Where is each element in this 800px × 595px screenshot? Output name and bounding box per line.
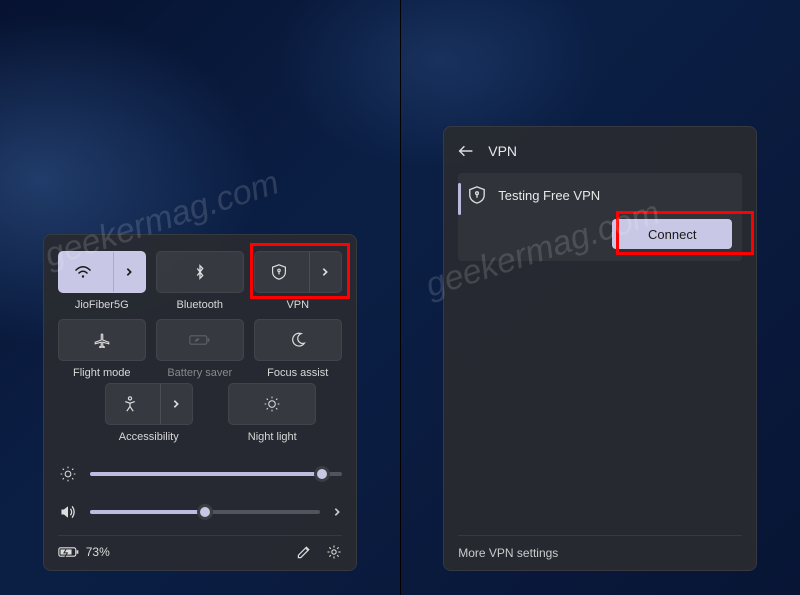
- volume-expand[interactable]: [332, 507, 342, 517]
- battery-saver-tile[interactable]: [156, 319, 244, 361]
- wifi-label: JioFiber5G: [75, 299, 129, 311]
- battery-status[interactable]: 73%: [58, 545, 110, 559]
- back-icon[interactable]: [458, 144, 474, 158]
- night-light-tile[interactable]: [228, 383, 316, 425]
- moon-icon: [290, 332, 306, 348]
- quick-settings-panel: JioFiber5G Bluetooth: [43, 234, 357, 571]
- vpn-connection-item[interactable]: Testing Free VPN Connect: [458, 173, 742, 261]
- connect-button[interactable]: Connect: [612, 219, 732, 249]
- focus-assist-tile[interactable]: [254, 319, 342, 361]
- vpn-tile[interactable]: [254, 251, 342, 293]
- battery-leaf-icon: [189, 333, 211, 347]
- shield-icon: [468, 185, 486, 205]
- brightness-icon: [58, 465, 78, 483]
- wifi-expand[interactable]: [113, 252, 145, 292]
- flight-mode-tile[interactable]: [58, 319, 146, 361]
- focus-assist-label: Focus assist: [267, 367, 328, 379]
- vpn-panel-title: VPN: [488, 143, 517, 159]
- accessibility-icon: [106, 384, 154, 424]
- accessibility-label: Accessibility: [119, 431, 179, 443]
- accessibility-expand[interactable]: [160, 384, 192, 424]
- bluetooth-icon: [194, 263, 206, 281]
- more-vpn-settings-link[interactable]: More VPN settings: [458, 535, 742, 560]
- night-light-label: Night light: [248, 431, 297, 443]
- bluetooth-tile[interactable]: [156, 251, 244, 293]
- battery-saver-label: Battery saver: [167, 367, 232, 379]
- vpn-connection-name: Testing Free VPN: [498, 188, 600, 203]
- battery-icon: [58, 546, 80, 558]
- airplane-icon: [93, 331, 111, 349]
- night-light-icon: [263, 395, 281, 413]
- vpn-panel: VPN Testing Free VPN Connect More VPN se…: [443, 126, 757, 571]
- wifi-icon: [59, 252, 107, 292]
- wifi-tile[interactable]: [58, 251, 146, 293]
- flight-mode-label: Flight mode: [73, 367, 130, 379]
- brightness-slider-row: [58, 465, 342, 483]
- settings-icon[interactable]: [326, 544, 342, 560]
- vpn-expand[interactable]: [309, 252, 341, 292]
- edit-icon[interactable]: [296, 544, 312, 560]
- vpn-icon: [255, 252, 303, 292]
- battery-percent: 73%: [86, 545, 110, 559]
- brightness-slider[interactable]: [90, 472, 342, 476]
- bluetooth-label: Bluetooth: [177, 299, 223, 311]
- volume-slider-row: [58, 503, 342, 521]
- accessibility-tile[interactable]: [105, 383, 193, 425]
- volume-icon: [58, 503, 78, 521]
- vpn-label: VPN: [286, 299, 309, 311]
- volume-slider[interactable]: [90, 510, 320, 514]
